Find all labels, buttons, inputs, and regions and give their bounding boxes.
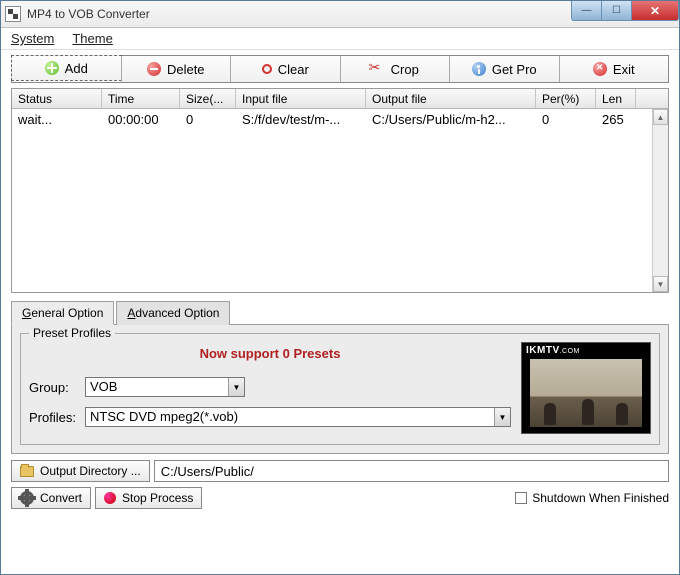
clear-icon	[262, 64, 272, 74]
menubar: System Theme	[1, 28, 679, 50]
list-row[interactable]: wait... 00:00:00 0 S:/f/dev/test/m-... C…	[12, 109, 668, 129]
shutdown-label: Shutdown When Finished	[532, 491, 669, 505]
preview-figure	[616, 403, 628, 425]
gear-icon	[20, 491, 34, 505]
app-icon	[5, 6, 21, 22]
preview-watermark: IKMTV.COM	[526, 345, 580, 356]
col-size[interactable]: Size(...	[180, 89, 236, 108]
col-input[interactable]: Input file	[236, 89, 366, 108]
preset-legend: Preset Profiles	[29, 326, 115, 340]
stop-label: Stop Process	[122, 491, 193, 505]
delete-button[interactable]: Delete	[121, 56, 231, 82]
delete-label: Delete	[167, 62, 205, 77]
tab-advanced-label: dvanced Option	[135, 306, 219, 320]
add-button[interactable]: Add	[11, 55, 122, 81]
col-per[interactable]: Per(%)	[536, 89, 596, 108]
exit-button[interactable]: Exit	[559, 56, 669, 82]
output-path-input[interactable]	[154, 460, 669, 482]
list-header: Status Time Size(... Input file Output f…	[12, 89, 668, 109]
preset-profiles-group: Preset Profiles Now support 0 Presets Gr…	[20, 333, 660, 445]
profiles-row: Profiles: NTSC DVD mpeg2(*.vob) ▼	[29, 407, 511, 427]
output-button-label: Output Directory ...	[40, 464, 141, 478]
bottom-bar: Convert Stop Process Shutdown When Finis…	[11, 487, 669, 509]
add-icon	[45, 61, 59, 75]
convert-label: Convert	[40, 491, 82, 505]
crop-label: Crop	[391, 62, 419, 77]
getpro-label: Get Pro	[492, 62, 537, 77]
scroll-up-icon[interactable]: ▲	[653, 109, 668, 125]
getpro-button[interactable]: Get Pro	[449, 56, 559, 82]
preset-message: Now support 0 Presets	[29, 342, 511, 367]
file-list: Status Time Size(... Input file Output f…	[11, 88, 669, 293]
col-time[interactable]: Time	[102, 89, 180, 108]
profiles-combo[interactable]: NTSC DVD mpeg2(*.vob) ▼	[85, 407, 511, 427]
group-label: Group:	[29, 380, 81, 395]
output-directory-button[interactable]: Output Directory ...	[11, 460, 150, 482]
titlebar: MP4 to VOB Converter — ☐ ✕	[1, 1, 679, 28]
toolbar: Add Delete Clear Crop Get Pro Exit	[11, 55, 669, 83]
delete-icon	[147, 62, 161, 76]
cell-status: wait...	[12, 109, 102, 129]
close-button[interactable]: ✕	[631, 1, 679, 21]
group-combo[interactable]: VOB ▼	[85, 377, 245, 397]
col-status[interactable]: Status	[12, 89, 102, 108]
menu-system[interactable]: System	[11, 31, 54, 46]
vertical-scrollbar[interactable]: ▲ ▼	[652, 109, 668, 292]
clear-label: Clear	[278, 62, 309, 77]
chevron-down-icon: ▼	[494, 408, 510, 426]
profiles-value: NTSC DVD mpeg2(*.vob)	[86, 408, 494, 426]
shutdown-checkbox[interactable]: Shutdown When Finished	[515, 491, 669, 505]
options-panel: Preset Profiles Now support 0 Presets Gr…	[11, 324, 669, 454]
maximize-button[interactable]: ☐	[601, 1, 631, 21]
window-controls: — ☐ ✕	[571, 1, 679, 21]
chevron-down-icon: ▼	[228, 378, 244, 396]
convert-button[interactable]: Convert	[11, 487, 91, 509]
checkbox-icon	[515, 492, 527, 504]
exit-label: Exit	[613, 62, 635, 77]
add-label: Add	[65, 61, 88, 76]
tab-general[interactable]: General Option	[11, 301, 114, 325]
cell-len: 265	[596, 109, 636, 129]
exit-icon	[593, 62, 607, 76]
minimize-button[interactable]: —	[571, 1, 601, 21]
stop-button[interactable]: Stop Process	[95, 487, 202, 509]
group-value: VOB	[86, 378, 228, 396]
cell-size: 0	[180, 109, 236, 129]
window-title: MP4 to VOB Converter	[27, 7, 150, 21]
folder-icon	[20, 466, 34, 477]
video-preview: IKMTV.COM	[521, 342, 651, 434]
col-len[interactable]: Len	[596, 89, 636, 108]
cell-input: S:/f/dev/test/m-...	[236, 109, 366, 129]
tab-general-label: eneral Option	[31, 306, 103, 320]
preview-figure	[582, 399, 594, 425]
options-tabs: General Option Advanced Option	[11, 300, 669, 324]
clear-button[interactable]: Clear	[230, 56, 340, 82]
crop-icon	[371, 62, 385, 76]
preview-figure	[544, 403, 556, 425]
crop-button[interactable]: Crop	[340, 56, 450, 82]
profiles-label: Profiles:	[29, 410, 81, 425]
stop-icon	[104, 492, 116, 504]
preset-controls: Now support 0 Presets Group: VOB ▼ Profi…	[29, 342, 511, 434]
scroll-down-icon[interactable]: ▼	[653, 276, 668, 292]
tab-advanced[interactable]: Advanced Option	[116, 301, 230, 325]
toolbar-container: Add Delete Clear Crop Get Pro Exit	[1, 50, 679, 88]
col-output[interactable]: Output file	[366, 89, 536, 108]
list-body: wait... 00:00:00 0 S:/f/dev/test/m-... C…	[12, 109, 668, 292]
cell-per: 0	[536, 109, 596, 129]
menu-theme[interactable]: Theme	[72, 31, 112, 46]
info-icon	[472, 62, 486, 76]
cell-output: C:/Users/Public/m-h2...	[366, 109, 536, 129]
group-row: Group: VOB ▼	[29, 377, 511, 397]
app-window: MP4 to VOB Converter — ☐ ✕ System Theme …	[0, 0, 680, 575]
cell-time: 00:00:00	[102, 109, 180, 129]
output-row: Output Directory ...	[11, 460, 669, 482]
